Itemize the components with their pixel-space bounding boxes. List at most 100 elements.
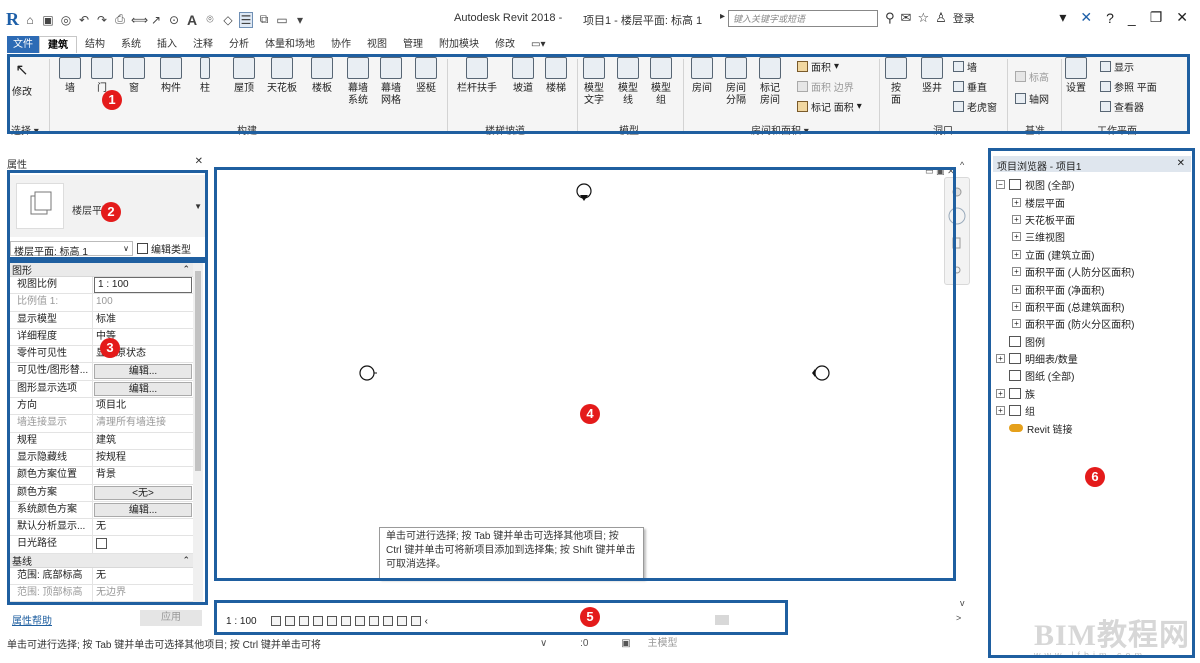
dimension-icon[interactable]: ↗ [149,13,163,27]
instance-filter-select[interactable]: 楼层平面: 标高 1 ∨ [10,240,133,258]
tab-systems[interactable]: 系统 [113,36,149,53]
ref-plane-button[interactable]: 参照 平面 [1100,79,1157,94]
property-value[interactable]: 项目北 [93,398,194,414]
opening-wall-button[interactable]: 墙 [953,59,977,74]
close-hidden-icon[interactable]: ⧉ [257,12,271,27]
collapse-icon[interactable]: − [996,180,1005,190]
crop-view-icon[interactable] [326,616,337,626]
main-model-label[interactable]: 主模型 [647,638,677,649]
area-button[interactable]: 面积 ▾ [797,59,839,74]
temporary-hide-icon[interactable] [368,616,379,626]
panel-label-room-area[interactable]: 房间和面积 ▾ [751,122,809,137]
floor-button[interactable]: 楼板 [311,57,333,95]
restore-icon[interactable]: ❐ [1150,9,1163,26]
tag-icon[interactable]: ⊙ [167,13,181,27]
curtain-grid-button[interactable]: 幕墙 网格 [380,57,402,107]
room-separator-button[interactable]: 房间 分隔 [725,57,747,107]
property-value[interactable]: <无> [93,485,194,501]
redo-icon[interactable]: ↷ [95,13,109,27]
browser-item[interactable]: + 楼层平面 [996,193,1186,210]
shadows-icon[interactable] [312,616,323,626]
tag-room-button[interactable]: 标记 房间 [759,57,781,107]
browser-item[interactable]: + 面积平面 (净面积) [996,280,1186,297]
apply-button[interactable]: 应用 [140,610,202,626]
property-value[interactable]: 标准 [93,312,194,328]
browser-item[interactable]: + 天花板平面 [996,211,1186,228]
room-button[interactable]: 房间 [691,57,713,95]
tab-addins[interactable]: 附加模块 [431,36,487,53]
save-icon[interactable]: ▣ [41,13,55,27]
ribbon-toggle-icon[interactable]: ▭▾ [523,36,553,53]
type-dropdown-icon[interactable]: ▼ [194,202,202,211]
stair-button[interactable]: 楼梯 [545,57,567,95]
tab-view[interactable]: 视图 [359,36,395,53]
vertical-opening-button[interactable]: 垂直 [953,79,987,94]
dropdown-icon[interactable]: ▾ [1059,9,1066,26]
by-face-button[interactable]: 按 面 [885,57,907,107]
browser-item[interactable]: Revit 链接 [996,419,1186,436]
tab-annotate[interactable]: 注释 [185,36,221,53]
print-icon[interactable]: ⎙ [113,12,127,27]
browser-item[interactable]: 图纸 (全部) [996,367,1186,384]
expand-icon[interactable]: + [1012,214,1021,224]
property-value[interactable]: 建筑 [93,433,194,449]
level-button[interactable]: 标高 [1015,69,1049,84]
reveal-hidden-icon[interactable] [382,616,393,626]
revit-logo-icon[interactable]: R [6,9,19,30]
browser-item[interactable]: + 明细表/数量 [996,350,1186,367]
properties-scrollbar[interactable] [193,263,203,605]
expand-icon[interactable]: + [1012,301,1021,311]
property-value[interactable]: 背景 [93,467,194,483]
detail-level-icon[interactable] [270,616,281,626]
viewer-button[interactable]: 查看器 [1100,99,1144,114]
design-options-icon[interactable]: ▣ [621,638,630,649]
close-icon[interactable]: ✕ [1177,158,1185,169]
grid-button[interactable]: 轴网 [1015,91,1049,106]
sun-path-icon[interactable] [298,616,309,626]
sun-path-checkbox[interactable] [96,538,107,550]
sync-icon[interactable]: ◎ [59,13,73,27]
view-scale-input[interactable]: 1 : 100 [94,277,192,294]
tag-area-button[interactable]: 标记 面积 ▾ [797,99,862,114]
minimize-icon[interactable]: _ [1128,10,1136,26]
property-value[interactable]: 编辑... [93,502,194,518]
thin-lines-icon[interactable]: ☰ [239,11,253,28]
area-boundary-button[interactable]: 面积 边界 [797,79,854,94]
property-value[interactable]: 编辑... [93,381,194,397]
roof-button[interactable]: 屋顶 [233,57,255,95]
close-icon[interactable]: ✕ [195,156,203,167]
model-text-button[interactable]: 模型 文字 [583,57,605,107]
modify-button[interactable]: ↖ 修改 [11,61,33,99]
tab-massing-site[interactable]: 体量和场地 [257,36,323,53]
measure-icon[interactable]: ⟺ [131,13,148,27]
scroll-thumb[interactable] [195,271,201,471]
tab-collaborate[interactable]: 协作 [323,36,359,53]
railing-button[interactable]: 栏杆扶手 [457,57,497,95]
drawing-canvas[interactable] [214,167,956,581]
help-icon[interactable]: ? [1106,10,1114,26]
expand-icon[interactable]: + [1012,267,1021,277]
exchange-apps-icon[interactable]: ✕ [1080,9,1092,26]
browser-item[interactable]: + 族 [996,385,1186,402]
browser-item[interactable]: + 组 [996,402,1186,419]
help-search-input[interactable] [728,10,878,27]
login-link[interactable]: 登录 [953,10,975,26]
browser-item[interactable]: + 三维视图 [996,228,1186,245]
scroll-right-icon[interactable]: > [956,613,961,623]
property-value[interactable]: 无 [93,568,194,584]
expand-icon[interactable]: + [996,406,1005,416]
property-value[interactable] [93,536,194,552]
text-icon[interactable]: A [185,12,199,28]
elevation-marker-east[interactable] [812,363,832,383]
component-button[interactable]: 构件 [160,57,182,95]
temporary-view-properties-icon[interactable] [396,616,407,626]
3d-view-icon[interactable]: ⌾ [203,12,217,27]
minimize-view-icon[interactable]: ▭ [925,166,934,176]
curtain-system-button[interactable]: 幕墙 系统 [347,57,369,107]
user-icon[interactable]: ♙ [935,10,947,26]
tab-analyze[interactable]: 分析 [221,36,257,53]
communication-icon[interactable]: ✉ [901,10,912,26]
tab-manage[interactable]: 管理 [395,36,431,53]
favorites-icon[interactable]: ☆ [917,10,929,26]
property-value[interactable]: 无 [93,519,194,535]
